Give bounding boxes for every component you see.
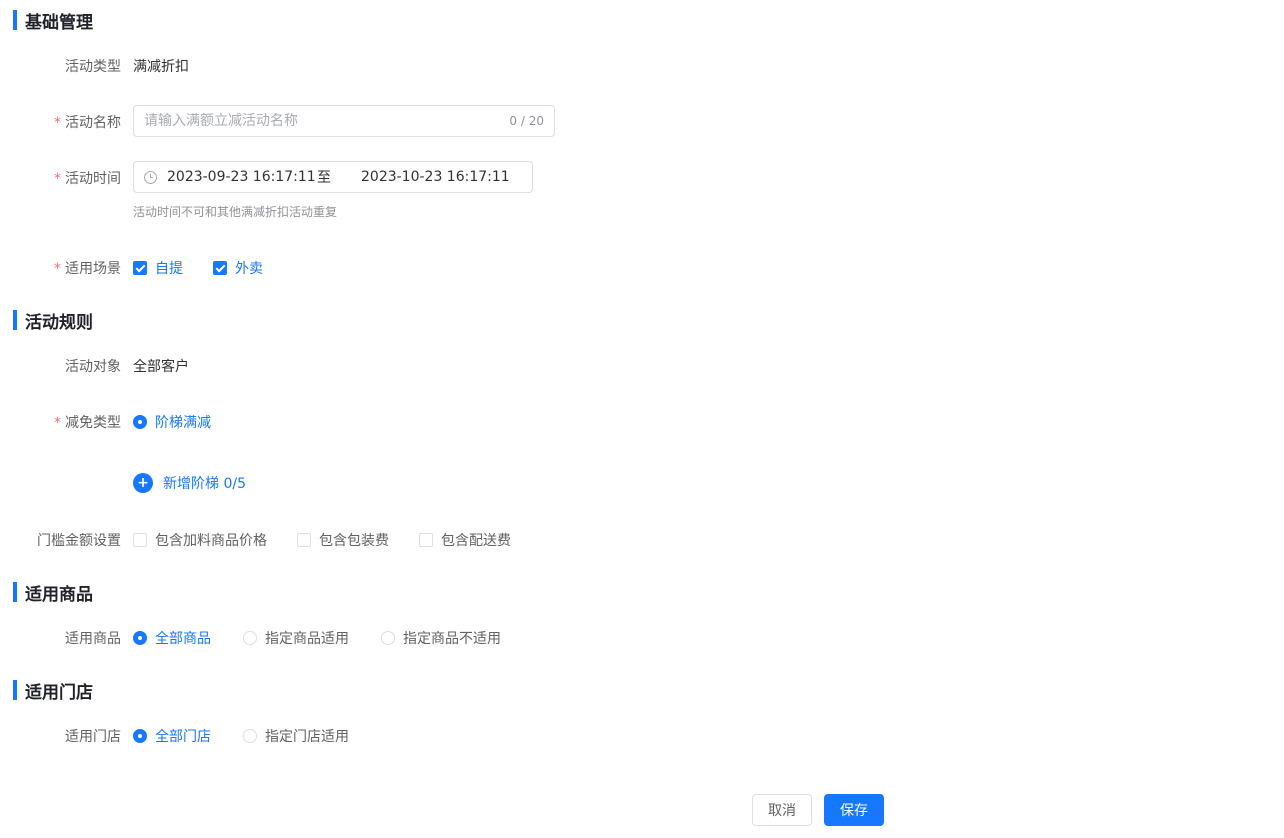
required-mark: * bbox=[54, 261, 61, 277]
activity-name-char-count: 0 / 20 bbox=[509, 114, 544, 128]
stores-label: 适用门店 bbox=[65, 729, 121, 745]
threshold-option-packing-fee[interactable]: 包含包装费 bbox=[297, 530, 389, 550]
scene-option-pickup[interactable]: 自提 bbox=[133, 258, 183, 278]
radio-icon[interactable] bbox=[381, 631, 395, 645]
threshold-option-addon-price[interactable]: 包含加料商品价格 bbox=[133, 530, 267, 550]
threshold-option-delivery-fee[interactable]: 包含配送费 bbox=[419, 530, 511, 550]
range-separator: 至 bbox=[317, 170, 331, 186]
activity-time-label: * 活动时间 bbox=[54, 171, 121, 187]
section-title-rules: 活动规则 bbox=[25, 312, 93, 333]
section-title-stores: 适用门店 bbox=[25, 682, 93, 703]
section-title-basic: 基础管理 bbox=[25, 12, 93, 33]
activity-time-range-picker[interactable]: 2023-09-23 16:17:11 至 2023-10-23 16:17:1… bbox=[133, 161, 533, 193]
reduce-type-label: * 减免类型 bbox=[54, 415, 121, 431]
section-accent-bar bbox=[13, 680, 17, 700]
activity-name-input[interactable] bbox=[144, 113, 510, 129]
section-accent-bar bbox=[13, 582, 17, 602]
plus-icon: + bbox=[133, 473, 153, 493]
section-accent-bar bbox=[13, 310, 17, 330]
add-tier-button[interactable]: + 新增阶梯 0/5 bbox=[133, 473, 246, 493]
reduce-type-option-tiered[interactable]: 阶梯满减 bbox=[133, 412, 211, 432]
activity-target-label: 活动对象 bbox=[65, 359, 121, 375]
end-time-input[interactable]: 2023-10-23 16:17:11 bbox=[361, 169, 511, 185]
goods-option-specified[interactable]: 指定商品适用 bbox=[243, 628, 349, 648]
activity-time-hint: 活动时间不可和其他满减折扣活动重复 bbox=[133, 205, 338, 219]
activity-name-field[interactable]: 0 / 20 bbox=[133, 105, 555, 137]
checkbox-icon[interactable] bbox=[297, 533, 311, 547]
clock-icon bbox=[144, 170, 157, 184]
required-mark: * bbox=[54, 115, 61, 131]
section-stores: 适用门店 bbox=[13, 680, 93, 703]
required-mark: * bbox=[54, 171, 61, 187]
scene-label: * 适用场景 bbox=[54, 261, 121, 277]
radio-selected-icon[interactable] bbox=[133, 729, 147, 743]
required-mark: * bbox=[54, 415, 61, 431]
section-title-goods: 适用商品 bbox=[25, 584, 93, 605]
add-tier-label: 新增阶梯 0/5 bbox=[163, 476, 246, 492]
activity-type-value: 满减折扣 bbox=[133, 59, 189, 75]
checkbox-icon[interactable] bbox=[133, 533, 147, 547]
activity-target-value: 全部客户 bbox=[133, 359, 189, 375]
radio-selected-icon[interactable] bbox=[133, 631, 147, 645]
goods-option-all[interactable]: 全部商品 bbox=[133, 628, 211, 648]
stores-option-specified[interactable]: 指定门店适用 bbox=[243, 726, 349, 746]
cancel-button[interactable]: 取消 bbox=[752, 794, 812, 826]
save-button[interactable]: 保存 bbox=[824, 794, 884, 826]
section-accent-bar bbox=[13, 10, 17, 30]
section-basic: 基础管理 bbox=[13, 10, 93, 33]
activity-type-label: 活动类型 bbox=[65, 59, 121, 75]
threshold-label: 门槛金额设置 bbox=[37, 533, 121, 549]
radio-icon[interactable] bbox=[243, 631, 257, 645]
activity-name-label: * 活动名称 bbox=[54, 115, 121, 131]
section-goods: 适用商品 bbox=[13, 582, 93, 605]
radio-icon[interactable] bbox=[243, 729, 257, 743]
check-icon[interactable] bbox=[133, 261, 147, 275]
goods-label: 适用商品 bbox=[65, 631, 121, 647]
goods-option-excluded[interactable]: 指定商品不适用 bbox=[381, 628, 501, 648]
scene-option-delivery[interactable]: 外卖 bbox=[213, 258, 263, 278]
stores-option-all[interactable]: 全部门店 bbox=[133, 726, 211, 746]
checkbox-icon[interactable] bbox=[419, 533, 433, 547]
section-rules: 活动规则 bbox=[13, 310, 93, 333]
radio-selected-icon[interactable] bbox=[133, 415, 147, 429]
check-icon[interactable] bbox=[213, 261, 227, 275]
start-time-input[interactable]: 2023-09-23 16:17:11 bbox=[167, 169, 317, 185]
